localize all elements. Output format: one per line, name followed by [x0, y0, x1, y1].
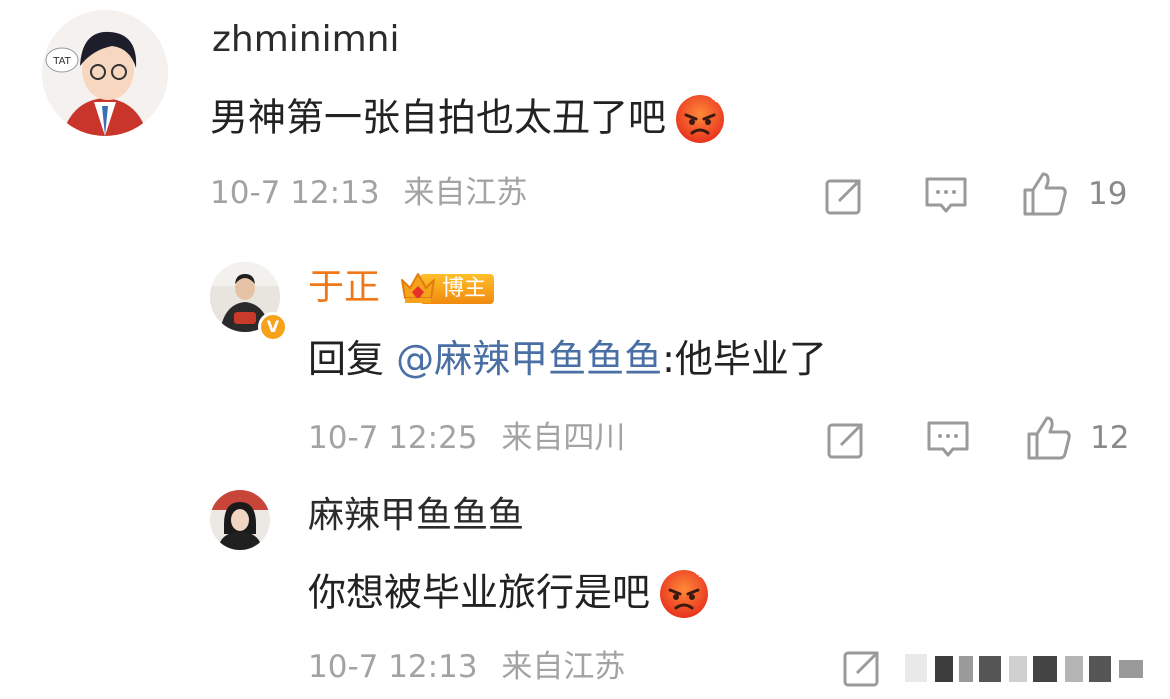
comment-text: 你想被毕业旅行是吧 [308, 564, 712, 626]
thumbs-up-icon [1027, 416, 1071, 460]
like-button[interactable] [1020, 170, 1070, 218]
share-icon [827, 420, 866, 459]
svg-text:TAT: TAT [52, 56, 71, 67]
avatar[interactable]: TAT [42, 10, 168, 136]
share-icon [825, 176, 864, 215]
timestamp: 10-7 12:13 [308, 649, 478, 685]
like-count: 12 [1090, 420, 1130, 456]
watermark-overlay [905, 650, 1150, 686]
blogger-badge: 博主 [398, 270, 495, 308]
reply-button[interactable] [924, 418, 972, 462]
timestamp: 10-7 12:13 [210, 175, 380, 211]
share-button[interactable] [840, 646, 884, 690]
angry-face-emoji [656, 564, 712, 626]
comment-item: TAT zhminimni 男神第一张自拍也太丑了吧 10-7 12:13 来自… [0, 0, 1170, 230]
comment-icon [925, 177, 967, 213]
share-button[interactable] [822, 174, 866, 218]
comment-meta: 10-7 12:25 来自四川 [308, 423, 625, 454]
angry-face-emoji [672, 89, 728, 151]
timestamp: 10-7 12:25 [308, 420, 478, 456]
comment-item: V 于正 博主 回复 @麻辣甲鱼鱼鱼:他毕业了 10-7 12:25 来自四川 [0, 240, 1170, 470]
comment-text: 回复 @麻辣甲鱼鱼鱼:他毕业了 [308, 337, 827, 381]
mention-link[interactable]: @麻辣甲鱼鱼鱼 [396, 337, 662, 381]
comment-meta: 10-7 12:13 来自江苏 [308, 652, 625, 683]
location: 来自江苏 [403, 175, 528, 211]
thumbs-up-icon [1023, 172, 1067, 216]
username[interactable]: zhminimni [212, 22, 400, 58]
avatar[interactable] [210, 490, 270, 550]
like-button[interactable] [1024, 414, 1074, 462]
username[interactable]: 于正 [308, 270, 380, 306]
crown-icon [401, 273, 435, 303]
share-button[interactable] [824, 418, 868, 462]
location: 来自四川 [501, 420, 626, 456]
comment-icon [927, 421, 969, 457]
username[interactable]: 麻辣甲鱼鱼鱼 [308, 498, 524, 534]
like-count: 19 [1088, 176, 1128, 212]
reply-button[interactable] [922, 174, 970, 218]
comment-item: 麻辣甲鱼鱼鱼 你想被毕业旅行是吧 10-7 12:13 来自江苏 [0, 480, 1170, 699]
comment-meta: 10-7 12:13 来自江苏 [210, 178, 527, 209]
share-icon [843, 648, 882, 687]
comment-text: 男神第一张自拍也太丑了吧 [210, 89, 728, 151]
location: 来自江苏 [501, 649, 626, 685]
verified-badge: V [258, 312, 288, 342]
